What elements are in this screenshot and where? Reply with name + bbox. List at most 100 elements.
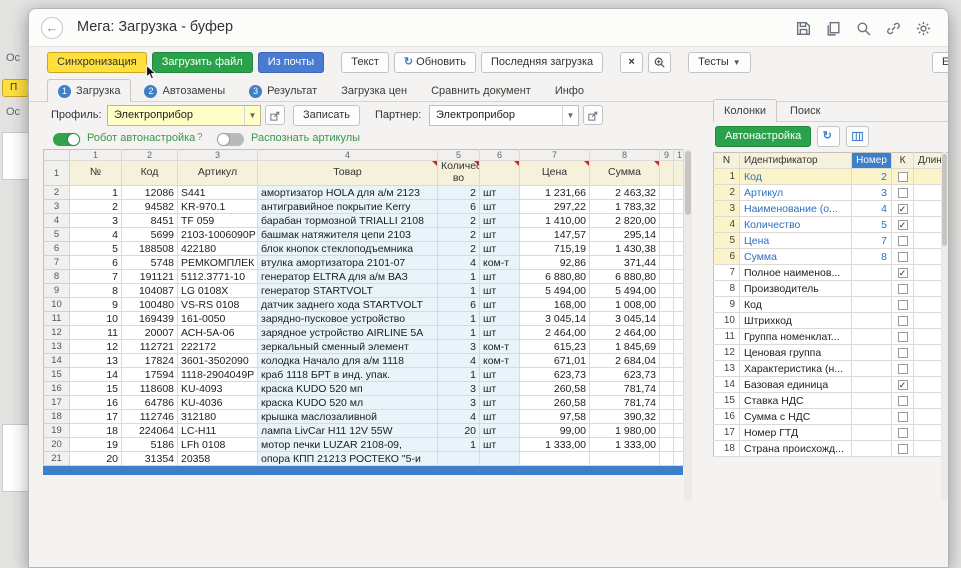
grid-cell[interactable]: лампа LivCar H11 12V 55W: [258, 424, 438, 438]
grid-cell[interactable]: 20358: [178, 452, 258, 466]
include-checkbox[interactable]: ✓: [898, 220, 908, 230]
grid-cell[interactable]: LG 0108X: [178, 284, 258, 298]
refresh-button[interactable]: ↻Обновить: [394, 52, 476, 73]
more-button[interactable]: Ещё: [932, 52, 949, 73]
grid-cell[interactable]: ком-т: [480, 340, 520, 354]
grid-cell[interactable]: 1 430,38: [590, 242, 660, 256]
panel-row-number[interactable]: 17: [714, 425, 740, 441]
grid-cell[interactable]: шт: [480, 368, 520, 382]
panel-check-cell[interactable]: [892, 281, 914, 297]
grid-cell[interactable]: 1: [438, 284, 480, 298]
grid-cell[interactable]: [674, 354, 684, 368]
grid-cell[interactable]: шт: [480, 214, 520, 228]
panel-check-cell[interactable]: [892, 361, 914, 377]
grid-cell[interactable]: 297,22: [520, 200, 590, 214]
grid-cell[interactable]: 64786: [122, 396, 178, 410]
grid-cell[interactable]: KU-4036: [178, 396, 258, 410]
panel-row[interactable]: 12Ценовая группа: [714, 345, 950, 361]
grid-row[interactable]: 121120007АСН-5А-06зарядное устройство AI…: [44, 326, 684, 340]
panel-check-cell[interactable]: ✓: [892, 377, 914, 393]
grid-cell[interactable]: [674, 368, 684, 382]
grid-column-number[interactable]: 6: [480, 150, 520, 161]
grid-row-index[interactable]: 7: [44, 256, 70, 270]
panel-check-cell[interactable]: [892, 409, 914, 425]
grid-cell[interactable]: 1118-2904049Р: [178, 368, 258, 382]
grid-cell[interactable]: датчик заднего хода STARTVOLT: [258, 298, 438, 312]
grid-row-index[interactable]: 4: [44, 214, 70, 228]
grid-cell[interactable]: [660, 340, 674, 354]
grid-cell[interactable]: 6 880,80: [520, 270, 590, 284]
panel-check-cell[interactable]: [892, 425, 914, 441]
panel-tab-columns[interactable]: Колонки: [713, 99, 777, 122]
include-checkbox[interactable]: [898, 364, 908, 374]
grid-cell[interactable]: 1: [438, 270, 480, 284]
panel-row-number[interactable]: 16: [714, 409, 740, 425]
grid-cell[interactable]: 781,74: [590, 396, 660, 410]
grid-cell[interactable]: [660, 228, 674, 242]
grid-cell[interactable]: [660, 312, 674, 326]
grid-row-index[interactable]: 13: [44, 340, 70, 354]
include-checkbox[interactable]: [898, 332, 908, 342]
panel-number-cell[interactable]: [852, 425, 892, 441]
panel-number-cell[interactable]: 5: [852, 217, 892, 233]
grid-cell[interactable]: 1 410,00: [520, 214, 590, 228]
panel-row[interactable]: 9Код: [714, 297, 950, 313]
grid-cell[interactable]: 1: [438, 438, 480, 452]
grid-cell[interactable]: 1 980,00: [590, 424, 660, 438]
grid-cell[interactable]: 671,01: [520, 354, 590, 368]
grid-cell[interactable]: 188508: [122, 242, 178, 256]
panel-number-cell[interactable]: [852, 313, 892, 329]
zoom-in-button[interactable]: [648, 52, 671, 73]
grid-cell[interactable]: 1 008,00: [590, 298, 660, 312]
panel-tab-search[interactable]: Поиск: [779, 99, 831, 122]
panel-identifier-cell[interactable]: Сумма: [740, 249, 852, 265]
grid-cell[interactable]: [674, 312, 684, 326]
grid-cell[interactable]: 3: [70, 214, 122, 228]
grid-cell[interactable]: [660, 256, 674, 270]
grid-cell[interactable]: 12086: [122, 186, 178, 200]
save-icon[interactable]: [795, 20, 812, 37]
grid-cell[interactable]: генератор ELTRA для а/м ВАЗ: [258, 270, 438, 284]
grid-cell[interactable]: 1: [438, 326, 480, 340]
grid-cell[interactable]: [674, 396, 684, 410]
grid-row-index[interactable]: 10: [44, 298, 70, 312]
panel-check-cell[interactable]: [892, 393, 914, 409]
grid-column-header[interactable]: Товар: [258, 161, 438, 186]
grid-cell[interactable]: шт: [480, 312, 520, 326]
grid-cell[interactable]: 5: [70, 242, 122, 256]
chevron-down-icon[interactable]: ▼: [244, 106, 260, 125]
tab-sravnit-dokument[interactable]: Сравнить документ: [420, 79, 542, 102]
grid-cell[interactable]: [660, 298, 674, 312]
grid-cell[interactable]: 623,73: [590, 368, 660, 382]
copy-icon[interactable]: [825, 20, 842, 37]
grid-cell[interactable]: 31354: [122, 452, 178, 466]
grid-cell[interactable]: VS-RS 0108: [178, 298, 258, 312]
grid-cell[interactable]: [674, 424, 684, 438]
panel-identifier-cell[interactable]: Наименование (о...: [740, 201, 852, 217]
profile-open-button[interactable]: [265, 105, 285, 125]
grid-cell[interactable]: [674, 214, 684, 228]
recognize-articles-toggle[interactable]: [217, 133, 244, 146]
panel-row[interactable]: 16Сумма с НДС: [714, 409, 950, 425]
grid-cell[interactable]: 3601-3502090: [178, 354, 258, 368]
link-icon[interactable]: [885, 20, 902, 37]
panel-row[interactable]: 5Цена7: [714, 233, 950, 249]
panel-identifier-cell[interactable]: Код: [740, 297, 852, 313]
panel-row-number[interactable]: 12: [714, 345, 740, 361]
gear-icon[interactable]: [915, 20, 932, 37]
grid-cell[interactable]: шт: [480, 396, 520, 410]
chevron-down-icon[interactable]: ▼: [562, 106, 578, 125]
grid-row[interactable]: 1312112721222172зеркальный сменный элеме…: [44, 340, 684, 354]
grid-column-header[interactable]: [480, 161, 520, 186]
grid-row-index[interactable]: 16: [44, 382, 70, 396]
grid-row-index[interactable]: 6: [44, 242, 70, 256]
grid-column-number[interactable]: 1: [70, 150, 122, 161]
grid-cell[interactable]: [660, 270, 674, 284]
panel-identifier-cell[interactable]: Производитель: [740, 281, 852, 297]
tab-zagruzka[interactable]: 1 Загрузка: [47, 79, 131, 102]
panel-identifier-cell[interactable]: Количество: [740, 217, 852, 233]
grid-cell[interactable]: [674, 270, 684, 284]
panel-columns-button[interactable]: [846, 126, 869, 147]
panel-row[interactable]: 13Характеристика (н...: [714, 361, 950, 377]
grid-cell[interactable]: 112721: [122, 340, 178, 354]
